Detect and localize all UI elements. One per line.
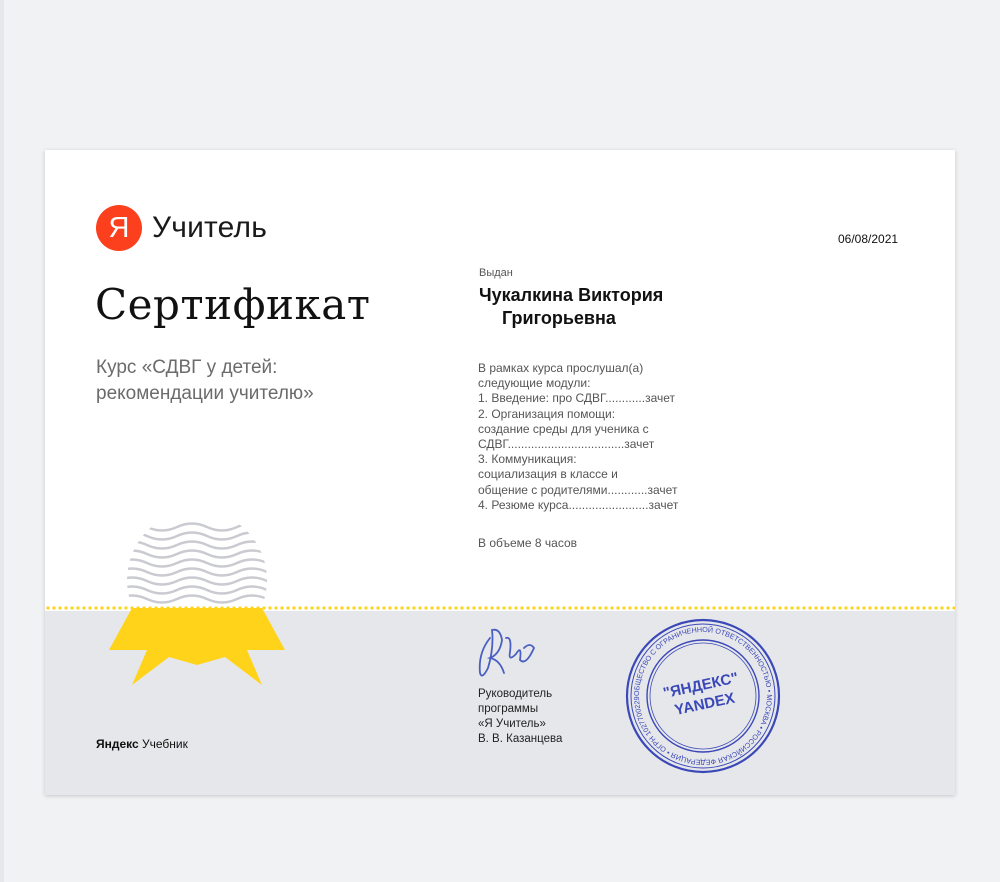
- logo-text: Учитель: [152, 211, 268, 244]
- course-volume: В объеме 8 часов: [478, 536, 578, 550]
- course-line: Курс «СДВГ у детей:: [96, 357, 278, 378]
- footer-brand-rest: Учебник: [138, 737, 188, 751]
- modules-line: 2. Организация помощи:: [478, 406, 616, 421]
- ya-uchitel-logo: Я Учитель: [96, 205, 267, 251]
- modules-list: В рамках курса прослушал(а) следующие мо…: [478, 361, 678, 513]
- issued-label: Выдан: [479, 267, 513, 279]
- modules-line: СДВГ...................................з…: [478, 437, 655, 452]
- modules-line: 3. Коммуникация:: [478, 452, 577, 467]
- left-edge: [0, 0, 4, 882]
- director-line: Руководитель: [478, 688, 553, 700]
- footer-brand: Яндекс Учебник: [96, 737, 188, 751]
- director-line: программы: [478, 703, 539, 715]
- ya-logo-icon: Я: [96, 205, 142, 251]
- certificate-title: Сертификат: [95, 280, 371, 329]
- modules-line: общение с родителями............зачет: [478, 482, 678, 497]
- certificate: Я Учитель 06/08/2021 Сертификат Курс «СД…: [45, 150, 955, 795]
- director-line: «Я Учитель»: [478, 718, 546, 730]
- modules-line: создание среды для ученика с: [478, 421, 649, 436]
- award-badge-icon: [109, 522, 285, 685]
- director-block: Руководитель программы «Я Учитель» В. В.…: [478, 687, 562, 747]
- modules-line: В рамках курса прослушал(а): [478, 361, 644, 375]
- modules-line: социализация в классе и: [478, 467, 618, 482]
- modules-line: следующие модули:: [478, 376, 591, 391]
- issue-date: 06/08/2021: [838, 232, 899, 246]
- company-stamp: ОБЩЕСТВО С ОГРАНИЧЕННОЙ ОТВЕТСТВЕННОСТЬЮ…: [623, 616, 781, 774]
- modules-line: 4. Резюме курса........................з…: [478, 497, 679, 512]
- footer-brand-bold: Яндекс: [96, 737, 139, 751]
- modules-line: 1. Введение: про СДВГ............зачет: [478, 391, 676, 406]
- recipient-name-line2: Григорьевна: [502, 308, 616, 328]
- course-name: Курс «СДВГ у детей: рекомендации учителю…: [96, 355, 314, 407]
- signature: [478, 628, 536, 677]
- course-line: рекомендации учителю»: [96, 383, 314, 404]
- recipient-name-line1: Чукалкина Виктория: [479, 285, 664, 305]
- director-line: В. В. Казанцева: [478, 733, 563, 745]
